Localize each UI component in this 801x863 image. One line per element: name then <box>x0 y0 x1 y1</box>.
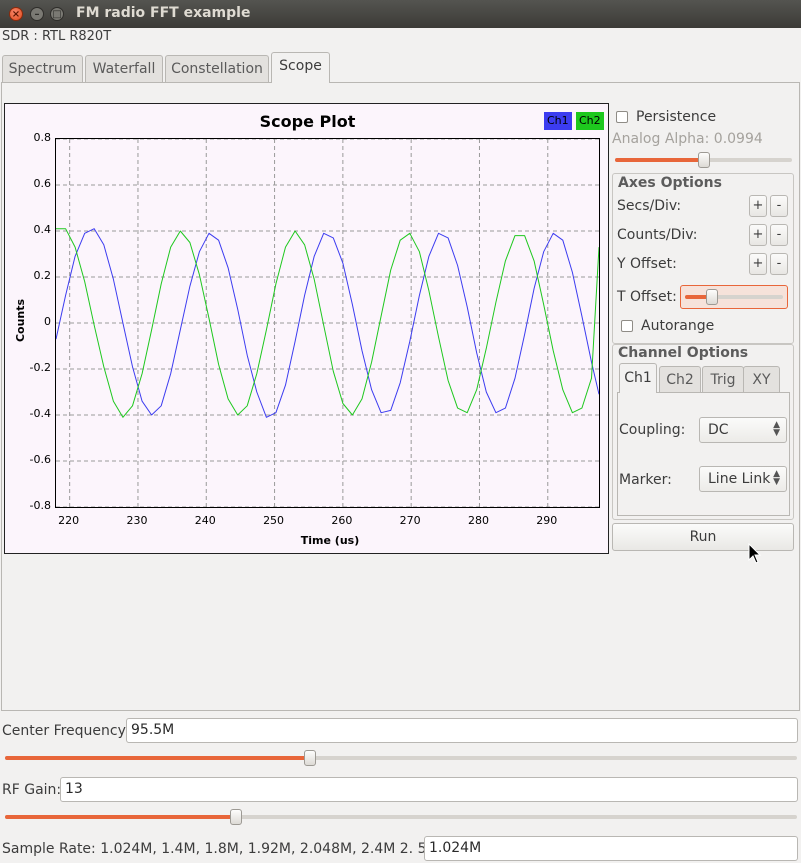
analog-alpha-fill <box>615 158 704 162</box>
run-button[interactable]: Run <box>612 523 794 551</box>
x-tick-label: 270 <box>399 514 421 527</box>
coupling-value: DC <box>708 422 729 438</box>
minimize-window-button[interactable]: – <box>30 7 44 21</box>
tab-scope[interactable]: Scope <box>271 52 330 83</box>
analog-alpha-handle[interactable] <box>698 152 710 168</box>
x-tick-label: 240 <box>194 514 216 527</box>
y-tick-label: -0.6 <box>29 453 51 466</box>
counts-div-label: Counts/Div: <box>617 227 698 243</box>
axes-options-title: Axes Options <box>618 175 722 191</box>
mouse-cursor-icon <box>748 543 762 564</box>
channel-tab-pane <box>617 392 790 516</box>
rf-gain-label: RF Gain: <box>2 782 62 798</box>
x-tick-label: 290 <box>536 514 558 527</box>
rf-gain-fill <box>5 815 236 819</box>
t-offset-label: T Offset: <box>617 289 677 305</box>
tab-spectrum[interactable]: Spectrum <box>2 55 83 82</box>
scope-plot: Scope Plot Ch1 Ch2 Counts 0.8 0.6 0.4 0.2 0-… <box>4 103 609 554</box>
secs-div-plus-button[interactable]: + <box>749 195 767 217</box>
y-tick-label: -0.4 <box>29 407 51 420</box>
y-offset-minus-button[interactable]: - <box>770 253 788 275</box>
channel-tab-trig[interactable]: Trig <box>702 366 744 393</box>
legend-ch1: Ch1 <box>544 112 572 130</box>
secs-div-label: Secs/Div: <box>617 198 682 214</box>
window-title: FM radio FFT example <box>76 5 251 21</box>
plot-title: Scope Plot <box>259 112 356 131</box>
y-tick-label: 0.8 <box>33 131 52 144</box>
counts-div-minus-button[interactable]: - <box>770 224 788 246</box>
y-tick-label: 0 <box>44 315 51 328</box>
sdr-label: SDR : RTL R820T <box>2 29 112 44</box>
tab-constellation[interactable]: Constellation <box>165 55 269 82</box>
rf-gain-input[interactable]: 13 <box>60 777 798 802</box>
persistence-label: Persistence <box>636 109 717 125</box>
maximize-window-button[interactable]: □ <box>50 7 64 21</box>
y-tick-label: -0.8 <box>29 499 51 512</box>
y-tick-label: 0.6 <box>33 177 52 190</box>
channel-tab-ch2[interactable]: Ch2 <box>659 366 701 393</box>
y-offset-label: Y Offset: <box>617 256 677 272</box>
plot-area <box>55 138 600 508</box>
sample-rate-label: Sample Rate: 1.024M, 1.4M, 1.8M, 1.92M, … <box>2 841 453 857</box>
x-tick-label: 220 <box>58 514 80 527</box>
center-frequency-fill <box>5 756 310 760</box>
plot-canvas <box>56 139 599 507</box>
y-offset-plus-button[interactable]: + <box>749 253 767 275</box>
series-line-ch2 <box>56 228 599 418</box>
marker-combo[interactable]: Line Link ▲ ▼ <box>699 466 787 492</box>
y-tick-label: 0.4 <box>33 223 52 236</box>
x-axis-label: Time (us) <box>300 534 360 547</box>
center-frequency-label: Center Frequency: <box>2 723 130 739</box>
x-tick-label: 250 <box>263 514 285 527</box>
x-tick-label: 230 <box>126 514 148 527</box>
sample-rate-input[interactable]: 1.024M <box>424 836 798 861</box>
y-tick-label: -0.2 <box>29 361 51 374</box>
marker-label: Marker: <box>619 472 672 488</box>
title-bar: × – □ FM radio FFT example <box>0 0 801 28</box>
channel-tab-xy[interactable]: XY <box>743 366 780 393</box>
center-frequency-handle[interactable] <box>304 750 316 766</box>
coupling-combo[interactable]: DC ▲ ▼ <box>699 417 787 443</box>
combo-arrows-icon: ▲ ▼ <box>773 469 780 487</box>
t-offset-handle[interactable] <box>706 289 718 305</box>
secs-div-minus-button[interactable]: - <box>770 195 788 217</box>
x-tick-label: 280 <box>467 514 489 527</box>
rf-gain-handle[interactable] <box>230 809 242 825</box>
autorange-checkbox[interactable] <box>621 320 633 332</box>
persistence-checkbox[interactable] <box>616 111 628 123</box>
close-window-button[interactable]: × <box>9 7 23 21</box>
legend-ch2: Ch2 <box>576 112 604 130</box>
tab-waterfall[interactable]: Waterfall <box>85 55 163 82</box>
analog-alpha-label: Analog Alpha: 0.0994 <box>612 131 763 147</box>
channel-options-title: Channel Options <box>618 345 749 361</box>
x-tick-label: 260 <box>331 514 353 527</box>
counts-div-plus-button[interactable]: + <box>749 224 767 246</box>
y-tick-label: 0.2 <box>33 269 52 282</box>
channel-tab-ch1[interactable]: Ch1 <box>619 363 657 393</box>
combo-arrows-icon: ▲ ▼ <box>773 420 780 438</box>
marker-value: Line Link <box>708 471 771 487</box>
coupling-label: Coupling: <box>619 422 686 438</box>
autorange-label: Autorange <box>641 318 715 334</box>
center-frequency-input[interactable]: 95.5M <box>126 718 798 743</box>
